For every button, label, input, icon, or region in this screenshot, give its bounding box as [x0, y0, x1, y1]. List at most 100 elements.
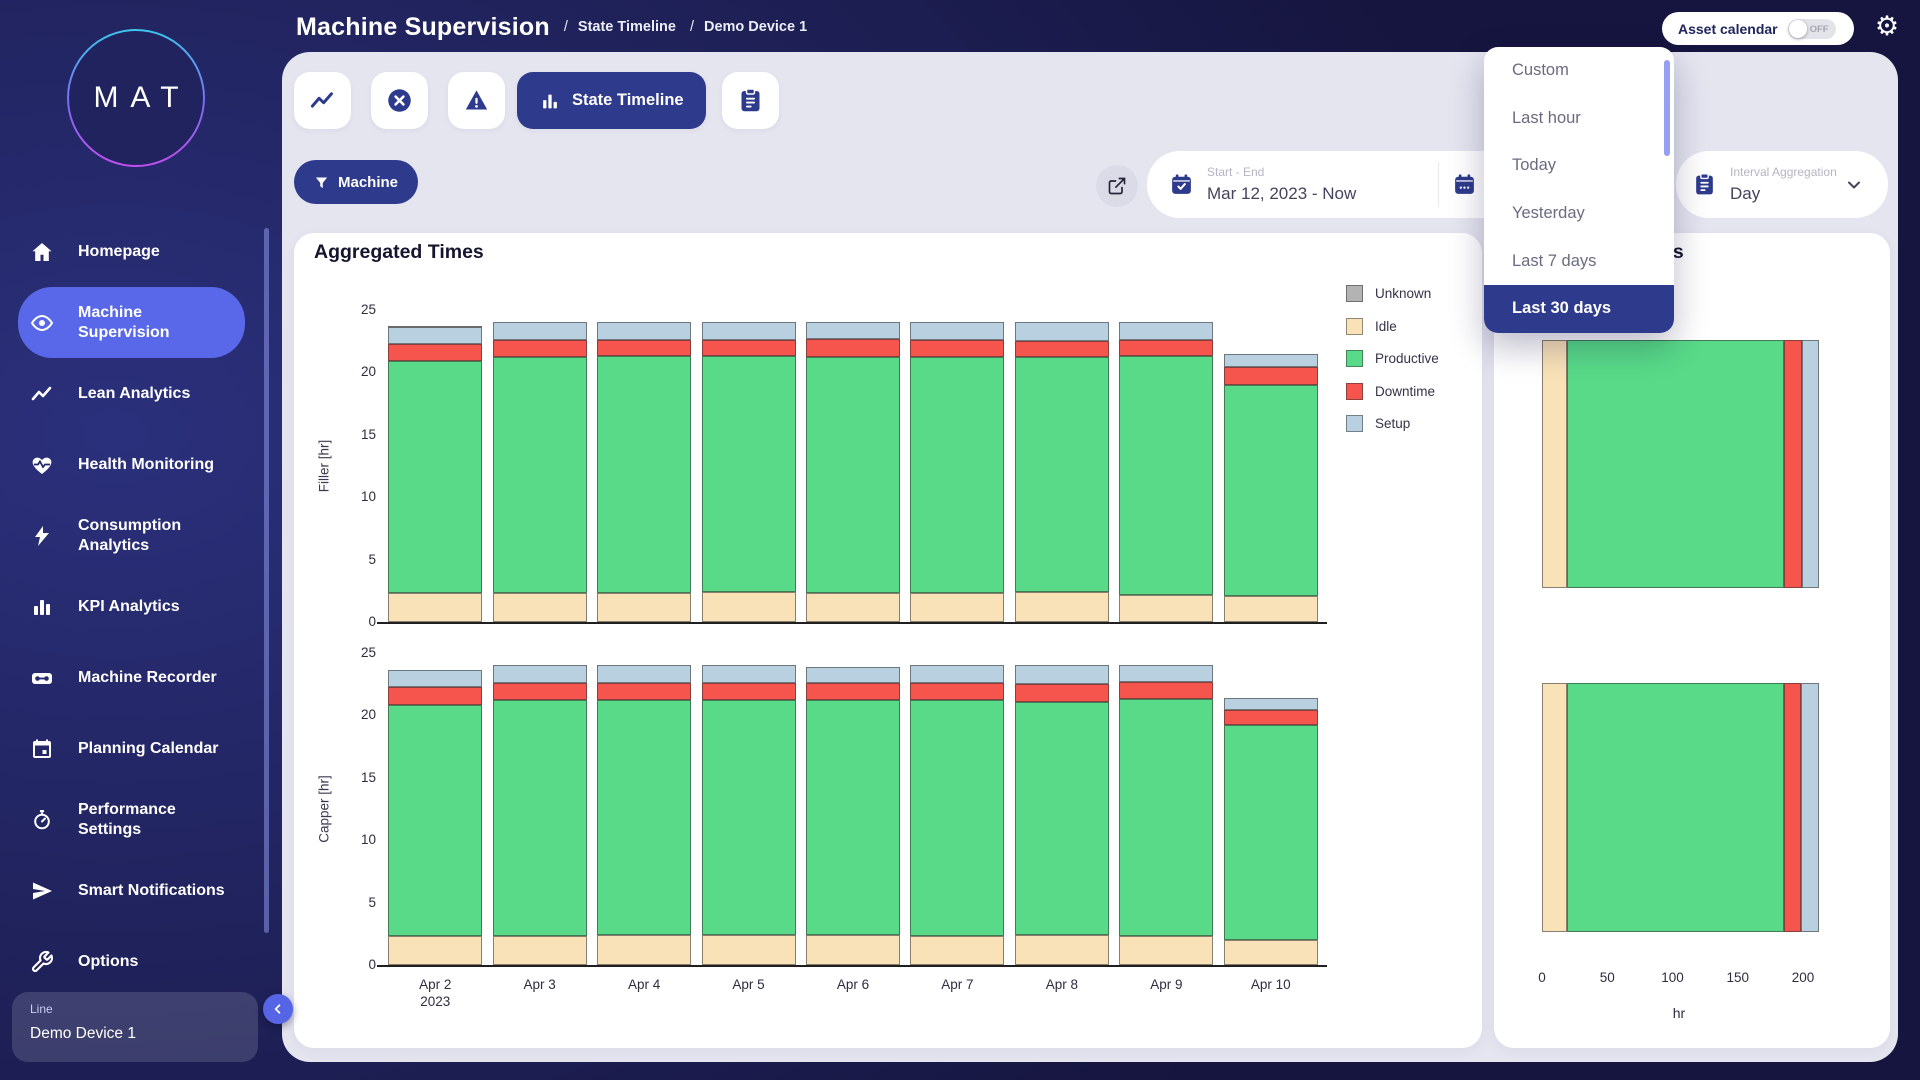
- x-tick: Apr 4: [628, 977, 660, 994]
- bar-segment-setup: [1119, 665, 1213, 681]
- sidebar-item-label: Planning Calendar: [78, 739, 218, 758]
- device-name: Demo Device 1: [30, 1025, 258, 1043]
- calendar-dots-icon[interactable]: [1452, 172, 1477, 197]
- bar-segment-downtime: [493, 683, 587, 700]
- device-selector-card[interactable]: Line Demo Device 1: [12, 992, 258, 1062]
- tab-stops[interactable]: [371, 72, 428, 129]
- device-line-label: Line: [30, 1002, 258, 1016]
- hbar-segment-setup: [1801, 683, 1819, 932]
- legend-item-productive: Productive: [1346, 350, 1439, 367]
- sidebar-item-label: Performance Settings: [78, 800, 228, 838]
- legend-label: Unknown: [1375, 286, 1431, 301]
- menu-scrollbar[interactable]: [1664, 60, 1670, 156]
- open-external-button[interactable]: [1096, 165, 1138, 207]
- trend-icon: [30, 382, 54, 406]
- x-axis-label: hr: [1673, 1005, 1685, 1021]
- warning-icon: [463, 87, 490, 114]
- bar-segment-productive: [597, 700, 691, 935]
- sidebar-item-smart-notifications[interactable]: Smart Notifications: [18, 855, 245, 926]
- bar-segment-setup: [806, 322, 900, 338]
- interval-aggregation-field[interactable]: Interval Aggregation Day: [1676, 151, 1888, 218]
- menu-item-custom[interactable]: Custom: [1484, 47, 1674, 95]
- bar-segment-idle: [702, 935, 796, 965]
- bar-segment-downtime: [1224, 710, 1318, 725]
- asset-calendar-toggle-pill[interactable]: Asset calendar OFF: [1662, 12, 1854, 45]
- bar-segment-setup: [702, 322, 796, 339]
- sidebar-item-label: KPI Analytics: [78, 597, 180, 616]
- bar-segment-productive: [493, 357, 587, 593]
- bar-segment-productive: [1224, 385, 1318, 596]
- sidebar-item-machine-supervision[interactable]: Machine Supervision: [18, 287, 245, 358]
- bar-segment-productive: [806, 357, 900, 593]
- sidebar-item-options[interactable]: Options: [18, 926, 245, 997]
- bar-segment-setup: [702, 665, 796, 682]
- wrench-icon: [30, 950, 54, 974]
- asset-calendar-switch[interactable]: OFF: [1788, 19, 1836, 39]
- legend-label: Setup: [1375, 416, 1410, 431]
- bar-segment-setup: [806, 667, 900, 683]
- bar-segment-downtime: [597, 340, 691, 356]
- sidebar-item-label: Health Monitoring: [78, 455, 214, 474]
- interval-value: Day: [1730, 184, 1837, 204]
- menu-item-last-hour[interactable]: Last hour: [1484, 95, 1674, 143]
- bar-segment-idle: [388, 936, 482, 965]
- y-tick: 0: [334, 957, 376, 972]
- bar-segment-idle: [806, 935, 900, 965]
- sidebar-item-planning-calendar[interactable]: Planning Calendar: [18, 713, 245, 784]
- bolt-icon: [30, 524, 54, 548]
- machine-filter-button[interactable]: Machine: [294, 160, 418, 204]
- settings-gear-icon[interactable]: ⚙: [1872, 12, 1902, 42]
- menu-item-today[interactable]: Today: [1484, 142, 1674, 190]
- bar-segment-productive: [1015, 357, 1109, 592]
- menu-item-yesterday[interactable]: Yesterday: [1484, 190, 1674, 238]
- bar-segment-setup: [597, 665, 691, 682]
- sidebar-item-health-monitoring[interactable]: Health Monitoring: [18, 429, 245, 500]
- bar-segment-idle: [493, 593, 587, 622]
- interval-label: Interval Aggregation: [1730, 165, 1837, 179]
- calendar-icon: [30, 737, 54, 761]
- tab-trends[interactable]: [294, 72, 351, 129]
- sidebar-item-homepage[interactable]: Homepage: [18, 216, 245, 287]
- sidebar-item-label: Machine Recorder: [78, 668, 217, 687]
- bar-segment-setup: [1224, 698, 1318, 710]
- hbar-segment-setup: [1802, 340, 1820, 588]
- sidebar-collapse-button[interactable]: [263, 994, 293, 1024]
- x-tick: Apr 5: [732, 977, 764, 994]
- y-tick: 25: [334, 645, 376, 660]
- x-tick: 200: [1792, 970, 1815, 987]
- bar-segment-idle: [806, 593, 900, 622]
- sidebar-item-consumption-analytics[interactable]: Consumption Analytics: [18, 500, 245, 571]
- menu-item-last-7-days[interactable]: Last 7 days: [1484, 237, 1674, 285]
- tab-reports[interactable]: [722, 72, 779, 129]
- bar-segment-downtime: [1224, 367, 1318, 384]
- sidebar-item-machine-recorder[interactable]: Machine Recorder: [18, 642, 245, 713]
- bar-segment-setup: [388, 327, 482, 343]
- sidebar-scrollbar[interactable]: [264, 228, 269, 933]
- sidebar-item-lean-analytics[interactable]: Lean Analytics: [18, 358, 245, 429]
- menu-item-last-30-days[interactable]: Last 30 days: [1484, 285, 1674, 333]
- bar-segment-downtime: [910, 340, 1004, 357]
- y-tick: 5: [334, 552, 376, 567]
- sidebar-item-label: Homepage: [78, 242, 160, 261]
- bar-segment-idle: [1119, 936, 1213, 965]
- bar-segment-downtime: [388, 687, 482, 706]
- legend-item-idle: Idle: [1346, 318, 1397, 335]
- sidebar-nav: Homepage Machine Supervision Lean Analytic…: [0, 216, 270, 997]
- legend-swatch: [1346, 350, 1363, 367]
- brand-logo: MAT: [67, 29, 205, 167]
- date-range-menu: CustomLast hourTodayYesterdayLast 7 days…: [1484, 47, 1674, 333]
- x-circle-icon: [386, 87, 413, 114]
- sidebar-item-label: Machine Supervision: [78, 303, 228, 341]
- sidebar-item-kpi-analytics[interactable]: KPI Analytics: [18, 571, 245, 642]
- legend-item-setup: Setup: [1346, 415, 1410, 432]
- calendar-check-icon: [1169, 172, 1194, 197]
- sidebar-item-performance-settings[interactable]: Performance Settings: [18, 784, 245, 855]
- tab-state-timeline[interactable]: State Timeline: [517, 72, 706, 129]
- heart-pulse-icon: [30, 453, 54, 477]
- bar-segment-productive: [493, 700, 587, 936]
- bar-segment-setup: [1224, 354, 1318, 368]
- legend-label: Idle: [1375, 319, 1397, 334]
- tab-alarms[interactable]: [448, 72, 505, 129]
- breadcrumb-state-timeline: / State Timeline: [564, 19, 676, 35]
- bar-segment-idle: [1224, 596, 1318, 622]
